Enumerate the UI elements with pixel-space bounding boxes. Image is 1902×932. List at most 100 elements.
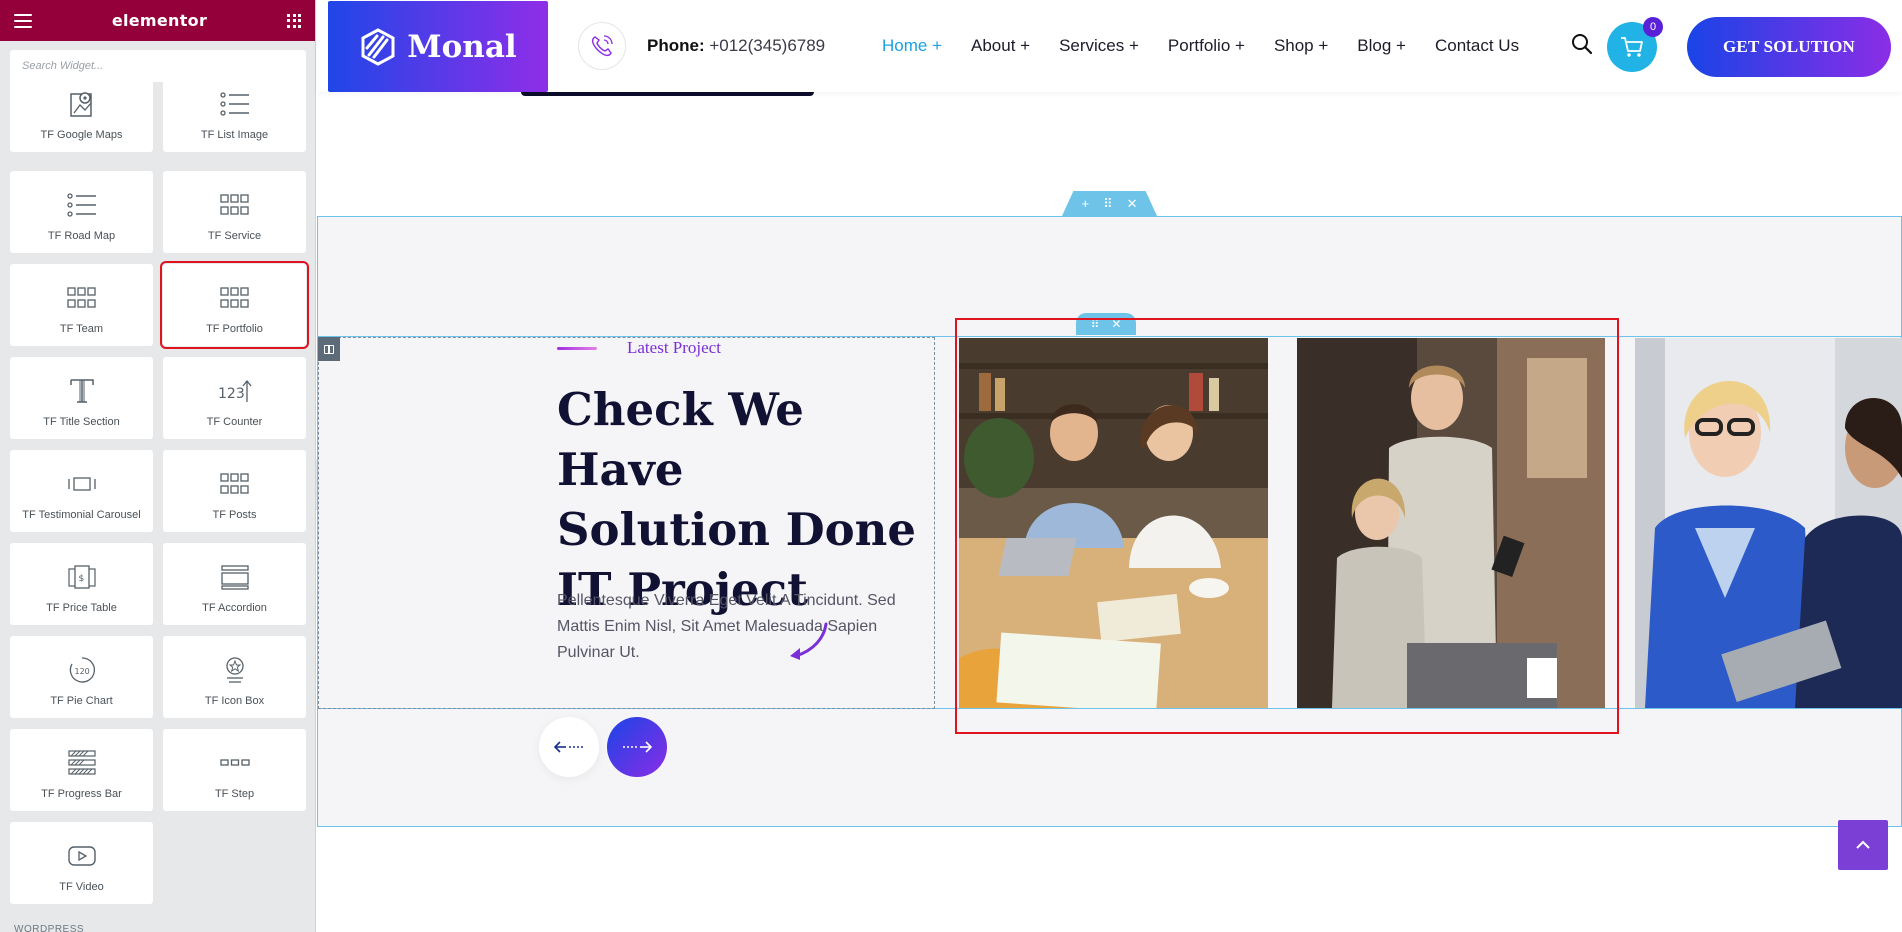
widget-tf-progress-bar[interactable]: TF Progress Bar bbox=[10, 729, 153, 811]
carousel-icon bbox=[65, 469, 99, 499]
svg-text:$: $ bbox=[78, 574, 84, 584]
widget-label: TF Portfolio bbox=[206, 323, 263, 335]
add-section-icon[interactable]: + bbox=[1081, 196, 1089, 211]
price-table-icon: $ bbox=[65, 562, 99, 592]
widget-tf-pie-chart[interactable]: 120 TF Pie Chart bbox=[10, 636, 153, 718]
page-root: elementor TF Google Maps TF List Image bbox=[0, 0, 1902, 932]
nav-blog[interactable]: Blog + bbox=[1357, 36, 1406, 56]
grid-icon bbox=[218, 190, 252, 220]
widget-label: TF Icon Box bbox=[204, 695, 265, 707]
section-handle: + ⠿ ✕ bbox=[1062, 191, 1157, 216]
portfolio-image-1[interactable] bbox=[959, 338, 1268, 708]
widget-tf-testimonial-carousel[interactable]: TF Testimonial Carousel bbox=[10, 450, 153, 532]
arrow-left-icon bbox=[554, 741, 583, 753]
widget-tf-road-map[interactable]: TF Road Map bbox=[10, 171, 153, 253]
nav-about[interactable]: About + bbox=[971, 36, 1030, 56]
eyebrow-text: Latest Project bbox=[627, 338, 721, 357]
widget-label: TF Title Section bbox=[43, 416, 120, 428]
widget-label: TF Road Map bbox=[47, 230, 116, 242]
list-icon bbox=[65, 190, 99, 220]
widget-label: TF Counter bbox=[206, 416, 263, 428]
portfolio-image-3[interactable] bbox=[1635, 338, 1902, 708]
pie-chart-icon: 120 bbox=[65, 655, 99, 685]
nav-contact[interactable]: Contact Us bbox=[1435, 36, 1519, 56]
title-t-icon bbox=[65, 376, 99, 406]
nav-shop[interactable]: Shop + bbox=[1274, 36, 1328, 56]
widget-label: TF Testimonial Carousel bbox=[22, 509, 141, 521]
logo-mark-icon bbox=[361, 27, 395, 66]
widget-label: TF Progress Bar bbox=[41, 788, 122, 800]
cart-button[interactable]: 0 bbox=[1607, 17, 1663, 72]
drag-section-icon[interactable]: ⠿ bbox=[1103, 196, 1113, 212]
shopping-cart-icon bbox=[1621, 37, 1643, 57]
widget-tf-step[interactable]: TF Step bbox=[163, 729, 306, 811]
arrow-right-icon bbox=[623, 741, 652, 753]
widget-tf-video[interactable]: TF Video bbox=[10, 822, 153, 904]
accordion-icon bbox=[218, 562, 252, 592]
widget-tf-list-image[interactable]: TF List Image bbox=[163, 78, 306, 152]
slider-next-button[interactable] bbox=[607, 717, 667, 777]
widget-label: TF List Image bbox=[200, 129, 269, 141]
back-to-top-button[interactable] bbox=[1838, 820, 1888, 870]
phone-icon-circle[interactable] bbox=[578, 22, 626, 70]
widget-label: TF Posts bbox=[212, 509, 257, 521]
eyebrow-line bbox=[557, 346, 597, 350]
step-icon bbox=[218, 748, 252, 778]
delete-section-icon[interactable]: ✕ bbox=[1127, 196, 1138, 212]
nav-services[interactable]: Services + bbox=[1059, 36, 1139, 56]
elementor-brand: elementor bbox=[111, 11, 208, 30]
widget-label: TF Step bbox=[214, 788, 255, 800]
widget-tf-service[interactable]: TF Service bbox=[163, 171, 306, 253]
site-logo[interactable]: Monal bbox=[328, 1, 548, 92]
column-icon bbox=[324, 344, 334, 354]
main-nav: Home + About + Services + Portfolio + Sh… bbox=[882, 36, 1548, 56]
nav-home[interactable]: Home + bbox=[882, 36, 942, 56]
widget-tf-portfolio[interactable]: TF Portfolio bbox=[160, 261, 309, 349]
svg-text:120: 120 bbox=[74, 667, 89, 676]
widget-tf-title-section[interactable]: TF Title Section bbox=[10, 357, 153, 439]
section-heading: Check We Have Solution Done IT Project bbox=[557, 380, 937, 620]
counter-icon: 123 bbox=[218, 376, 252, 406]
heading-line: Check We Have bbox=[557, 383, 804, 496]
phone-number[interactable]: +012(345)6789 bbox=[709, 36, 825, 55]
map-pin-icon bbox=[65, 89, 99, 119]
widget-tf-posts[interactable]: TF Posts bbox=[163, 450, 306, 532]
grid-icon bbox=[218, 469, 252, 499]
widget-label: TF Service bbox=[207, 230, 262, 242]
widget-tf-icon-box[interactable]: TF Icon Box bbox=[163, 636, 306, 718]
elementor-panel: elementor TF Google Maps TF List Image bbox=[0, 0, 316, 932]
widget-label: TF Pie Chart bbox=[50, 695, 113, 707]
panel-header: elementor bbox=[0, 0, 315, 41]
search-icon[interactable] bbox=[1570, 32, 1594, 56]
widget-label: TF Video bbox=[59, 881, 104, 893]
curved-arrow-icon bbox=[790, 622, 828, 660]
section-description: Pellentesque Viverra Eget Velit A Tincid… bbox=[557, 592, 896, 661]
grid-icon bbox=[65, 283, 99, 313]
widget-label: TF Accordion bbox=[202, 602, 267, 614]
phone-label: Phone: bbox=[647, 36, 705, 55]
slider-prev-button[interactable] bbox=[539, 717, 599, 777]
progress-bar-icon bbox=[65, 748, 99, 778]
drag-widget-icon[interactable]: ⠿ bbox=[1091, 317, 1100, 331]
heading-line: Solution Done bbox=[557, 503, 916, 556]
portfolio-image-2[interactable] bbox=[1297, 338, 1605, 708]
widget-tf-google-maps[interactable]: TF Google Maps bbox=[10, 78, 153, 152]
widget-label: TF Price Table bbox=[46, 602, 117, 614]
video-icon bbox=[65, 841, 99, 871]
widget-tf-team[interactable]: TF Team bbox=[10, 264, 153, 346]
logo-text: Monal bbox=[407, 28, 517, 65]
column-edit-handle[interactable] bbox=[318, 337, 340, 361]
delete-widget-icon[interactable]: ✕ bbox=[1111, 317, 1121, 331]
widget-tf-counter[interactable]: 123 TF Counter bbox=[163, 357, 306, 439]
nav-portfolio[interactable]: Portfolio + bbox=[1168, 36, 1245, 56]
menu-icon[interactable] bbox=[14, 13, 32, 28]
widget-label: TF Google Maps bbox=[40, 129, 123, 141]
section-eyebrow: Latest Project bbox=[557, 338, 721, 358]
widget-tf-price-table[interactable]: $ TF Price Table bbox=[10, 543, 153, 625]
get-solution-button[interactable]: GET SOLUTION bbox=[1687, 17, 1891, 77]
widget-handle: ⠿ ✕ bbox=[1076, 313, 1136, 335]
panel-category-label[interactable]: WORDPRESS bbox=[14, 924, 84, 932]
widgets-grid-icon[interactable] bbox=[287, 13, 301, 28]
decorative-bar bbox=[521, 92, 814, 96]
widget-tf-accordion[interactable]: TF Accordion bbox=[163, 543, 306, 625]
